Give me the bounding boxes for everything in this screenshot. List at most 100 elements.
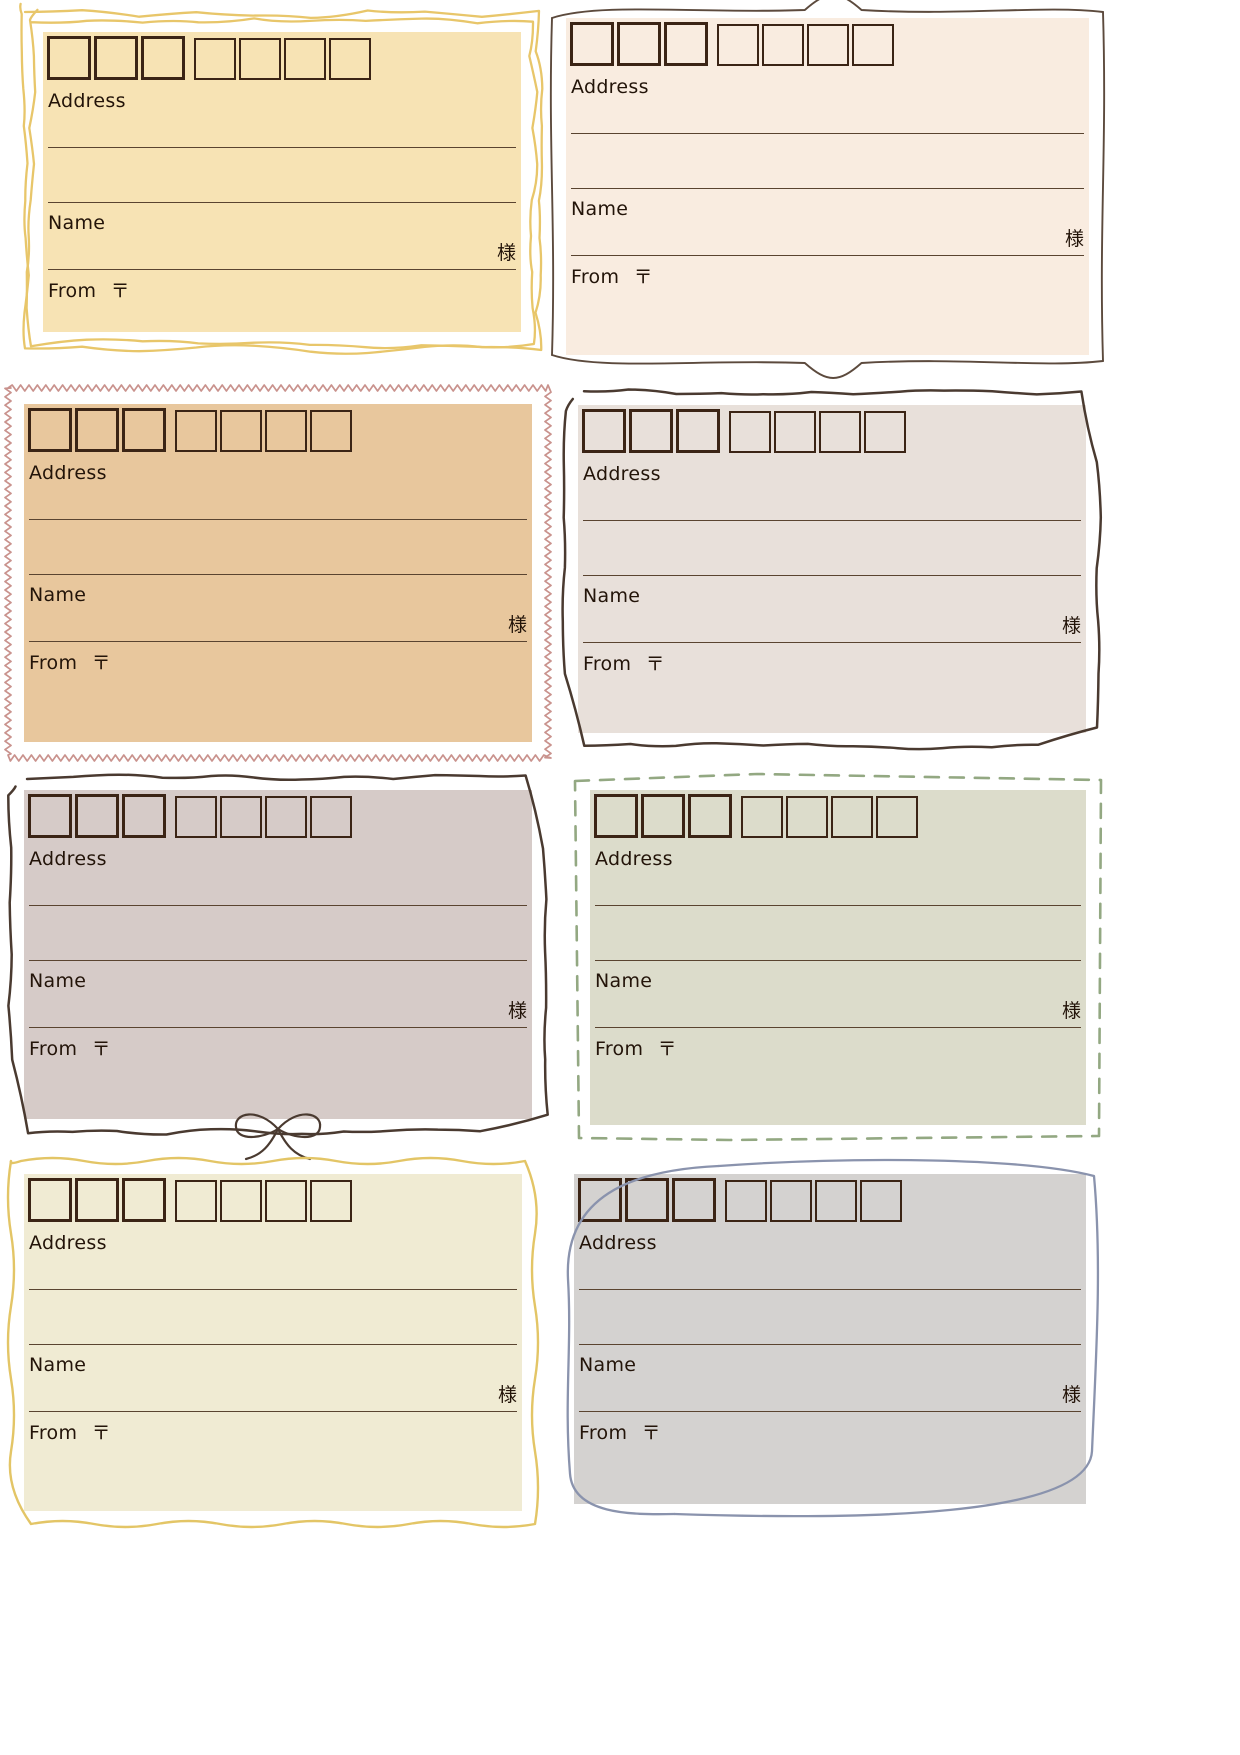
from-label: From 〒 (29, 1424, 111, 1443)
postal-code-box-7[interactable] (310, 410, 352, 452)
postal-code-box-1[interactable] (47, 36, 91, 80)
postal-code-box-5[interactable] (762, 24, 804, 66)
from-text: From (583, 653, 632, 675)
postal-code-box-6[interactable] (265, 1180, 307, 1222)
postal-code-box-4[interactable] (175, 796, 217, 838)
postal-code-box-7[interactable] (329, 38, 371, 80)
postal-code-box-2[interactable] (617, 22, 661, 66)
postal-code-box-6[interactable] (831, 796, 873, 838)
address-line-2 (571, 188, 1084, 189)
postal-code-box-5[interactable] (786, 796, 828, 838)
postal-code-box-5[interactable] (220, 1180, 262, 1222)
honorific-sama: 様 (507, 1000, 527, 1022)
postal-code-box-2[interactable] (75, 794, 119, 838)
postal-code-box-3[interactable] (122, 1178, 166, 1222)
postal-code-boxes[interactable] (582, 409, 906, 453)
postal-code-box-6[interactable] (819, 411, 861, 453)
postal-code-box-6[interactable] (265, 796, 307, 838)
postal-code-box-2[interactable] (94, 36, 138, 80)
postal-code-box-5[interactable] (770, 1180, 812, 1222)
address-label-card: Address Name 様 From 〒 (19, 2, 544, 355)
from-label: From 〒 (29, 1040, 111, 1059)
address-label: Address (48, 90, 126, 112)
postal-code-box-6[interactable] (284, 38, 326, 80)
postal-code-box-7[interactable] (310, 1180, 352, 1222)
postal-code-box-7[interactable] (310, 796, 352, 838)
postal-code-boxes[interactable] (594, 794, 918, 838)
address-line-1 (29, 1289, 517, 1290)
from-text: From (29, 652, 78, 674)
postal-code-box-3[interactable] (122, 408, 166, 452)
from-text: From (595, 1038, 644, 1060)
postal-code-box-3[interactable] (141, 36, 185, 80)
postal-code-box-1[interactable] (28, 408, 72, 452)
name-label: Name (579, 1354, 637, 1376)
postal-code-box-4[interactable] (717, 24, 759, 66)
postal-code-box-6[interactable] (807, 24, 849, 66)
card-background: Address Name 様 From 〒 (43, 32, 521, 332)
from-label: From 〒 (583, 655, 665, 674)
address-label-card: Address Name 様 From 〒 (2, 1152, 544, 1533)
address-line-2 (29, 574, 527, 575)
postal-code-box-4[interactable] (741, 796, 783, 838)
postal-code-box-1[interactable] (578, 1178, 622, 1222)
postal-code-box-2[interactable] (625, 1178, 669, 1222)
card-background: Address Name 様 From 〒 (24, 790, 532, 1119)
postal-mark-icon: 〒 (85, 1038, 111, 1060)
postal-code-box-4[interactable] (729, 411, 771, 453)
address-label: Address (29, 1232, 107, 1254)
postal-code-box-7[interactable] (852, 24, 894, 66)
postal-code-box-3[interactable] (122, 794, 166, 838)
postal-code-box-3[interactable] (664, 22, 708, 66)
address-label-card: Address Name 様 From 〒 (552, 1152, 1108, 1526)
postal-code-box-5[interactable] (774, 411, 816, 453)
postal-code-box-7[interactable] (864, 411, 906, 453)
postal-code-boxes[interactable] (570, 22, 894, 66)
postal-code-boxes[interactable] (28, 794, 352, 838)
postal-code-boxes[interactable] (28, 1178, 352, 1222)
postal-code-box-1[interactable] (28, 1178, 72, 1222)
from-text: From (48, 280, 97, 302)
postal-code-box-4[interactable] (194, 38, 236, 80)
name-line (29, 1411, 517, 1412)
address-line-2 (29, 1344, 517, 1345)
postal-code-box-6[interactable] (815, 1180, 857, 1222)
postal-code-box-4[interactable] (175, 410, 217, 452)
postal-code-boxes[interactable] (47, 36, 371, 80)
postal-code-box-5[interactable] (220, 410, 262, 452)
postal-code-boxes[interactable] (28, 408, 352, 452)
postal-code-box-2[interactable] (75, 1178, 119, 1222)
name-line (583, 642, 1081, 643)
postal-code-boxes[interactable] (578, 1178, 902, 1222)
from-text: From (571, 266, 620, 288)
postal-code-box-3[interactable] (676, 409, 720, 453)
postal-code-box-6[interactable] (265, 410, 307, 452)
address-label-card: Address Name 様 From 〒 (556, 383, 1108, 755)
postal-code-box-2[interactable] (641, 794, 685, 838)
from-text: From (29, 1038, 78, 1060)
postal-code-box-3[interactable] (672, 1178, 716, 1222)
honorific-sama: 様 (1064, 228, 1084, 250)
postal-code-box-7[interactable] (876, 796, 918, 838)
postal-code-box-2[interactable] (629, 409, 673, 453)
postal-code-box-3[interactable] (688, 794, 732, 838)
name-label: Name (29, 1354, 87, 1376)
name-line (29, 641, 527, 642)
address-label: Address (29, 848, 107, 870)
postal-code-box-1[interactable] (28, 794, 72, 838)
postal-code-box-4[interactable] (725, 1180, 767, 1222)
postal-code-box-4[interactable] (175, 1180, 217, 1222)
card-background: Address Name 様 From 〒 (590, 790, 1086, 1125)
card-background: Address Name 様 From 〒 (24, 1174, 522, 1511)
address-line-1 (29, 519, 527, 520)
postal-code-box-5[interactable] (220, 796, 262, 838)
honorific-sama: 様 (1061, 615, 1081, 637)
from-label: From 〒 (595, 1040, 677, 1059)
postal-code-box-1[interactable] (594, 794, 638, 838)
postal-code-box-1[interactable] (570, 22, 614, 66)
postal-code-box-5[interactable] (239, 38, 281, 80)
postal-code-box-1[interactable] (582, 409, 626, 453)
address-line-1 (571, 133, 1084, 134)
postal-code-box-2[interactable] (75, 408, 119, 452)
postal-code-box-7[interactable] (860, 1180, 902, 1222)
